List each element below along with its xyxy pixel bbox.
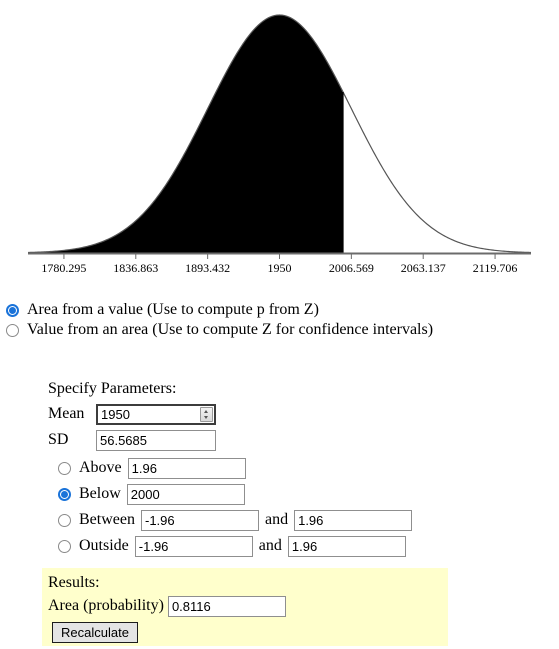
x-axis-tick-label: 1950: [268, 261, 292, 275]
area-probability-label: Area (probability): [48, 597, 164, 614]
radio-value-from-area[interactable]: [6, 323, 19, 337]
x-axis-ticks: [63, 254, 496, 259]
condition-row-between[interactable]: Between and: [48, 508, 468, 532]
mean-label: Mean: [48, 405, 85, 422]
x-axis-tick-label: 2119.706: [473, 261, 518, 275]
area-result-row: Area (probability): [48, 594, 448, 618]
condition-radio-group: Above Below Between and Outside and: [48, 456, 468, 558]
condition-row-outside[interactable]: Outside and: [48, 534, 468, 558]
parameters-section: Specify Parameters: Mean SD Above Below …: [48, 380, 468, 560]
x-axis-tick-label: 1836.863: [113, 261, 158, 275]
between-upper-input[interactable]: [294, 509, 413, 531]
x-axis-tick-labels: 1780.295 1836.863 1893.432 1950 2006.569 2063…: [41, 261, 517, 275]
mode-radio-group: Area from a value (Use to compute p from…: [0, 300, 559, 340]
mode-row-value-from-area[interactable]: Value from an area (Use to compute Z for…: [0, 320, 559, 340]
radio-below[interactable]: [58, 487, 71, 501]
below-value-input[interactable]: [126, 483, 245, 505]
mean-input[interactable]: [96, 403, 216, 425]
between-and-label: and: [264, 511, 289, 528]
shaded-area-path: [28, 15, 344, 253]
condition-label-between: Between: [79, 511, 135, 528]
radio-above[interactable]: [58, 461, 71, 475]
mode-label-area-from-value: Area from a value (Use to compute p from…: [27, 301, 319, 318]
x-axis-tick-label: 2063.137: [401, 261, 446, 275]
results-heading: Results:: [48, 574, 100, 591]
sd-row: SD: [48, 428, 468, 452]
condition-label-below: Below: [79, 485, 121, 502]
x-axis-tick-label: 1780.295: [41, 261, 86, 275]
number-spinner-icon[interactable]: [200, 406, 213, 422]
above-value-input[interactable]: [127, 457, 246, 479]
x-axis-tick-label: 1893.432: [185, 261, 230, 275]
condition-row-below[interactable]: Below: [48, 482, 468, 506]
mean-row: Mean: [48, 402, 468, 426]
parameters-heading: Specify Parameters:: [48, 380, 177, 397]
condition-label-outside: Outside: [79, 537, 129, 554]
sd-label: SD: [48, 431, 69, 448]
outside-and-label: and: [258, 537, 282, 554]
radio-outside[interactable]: [58, 539, 71, 553]
distribution-plot: 1780.295 1836.863 1893.432 1950 2006.569 2063…: [0, 0, 559, 284]
sd-input[interactable]: [96, 429, 216, 451]
condition-label-above: Above: [79, 459, 122, 476]
mode-label-value-from-area: Value from an area (Use to compute Z for…: [27, 321, 434, 338]
condition-row-above[interactable]: Above: [48, 456, 468, 480]
radio-between[interactable]: [58, 513, 71, 527]
outside-upper-input[interactable]: [287, 535, 406, 557]
mean-field-wrapper: [96, 403, 216, 425]
radio-area-from-value[interactable]: [6, 303, 19, 317]
distribution-plot-svg: 1780.295 1836.863 1893.432 1950 2006.569 2063…: [27, 14, 532, 275]
area-probability-input[interactable]: [167, 595, 286, 617]
recalculate-button[interactable]: Recalculate: [52, 622, 138, 643]
x-axis-tick-label: 2006.569: [329, 261, 374, 275]
mode-row-area-from-value[interactable]: Area from a value (Use to compute p from…: [0, 300, 559, 320]
results-panel: Results: Area (probability) Recalculate: [42, 568, 448, 646]
between-lower-input[interactable]: [140, 509, 259, 531]
outside-lower-input[interactable]: [134, 535, 253, 557]
